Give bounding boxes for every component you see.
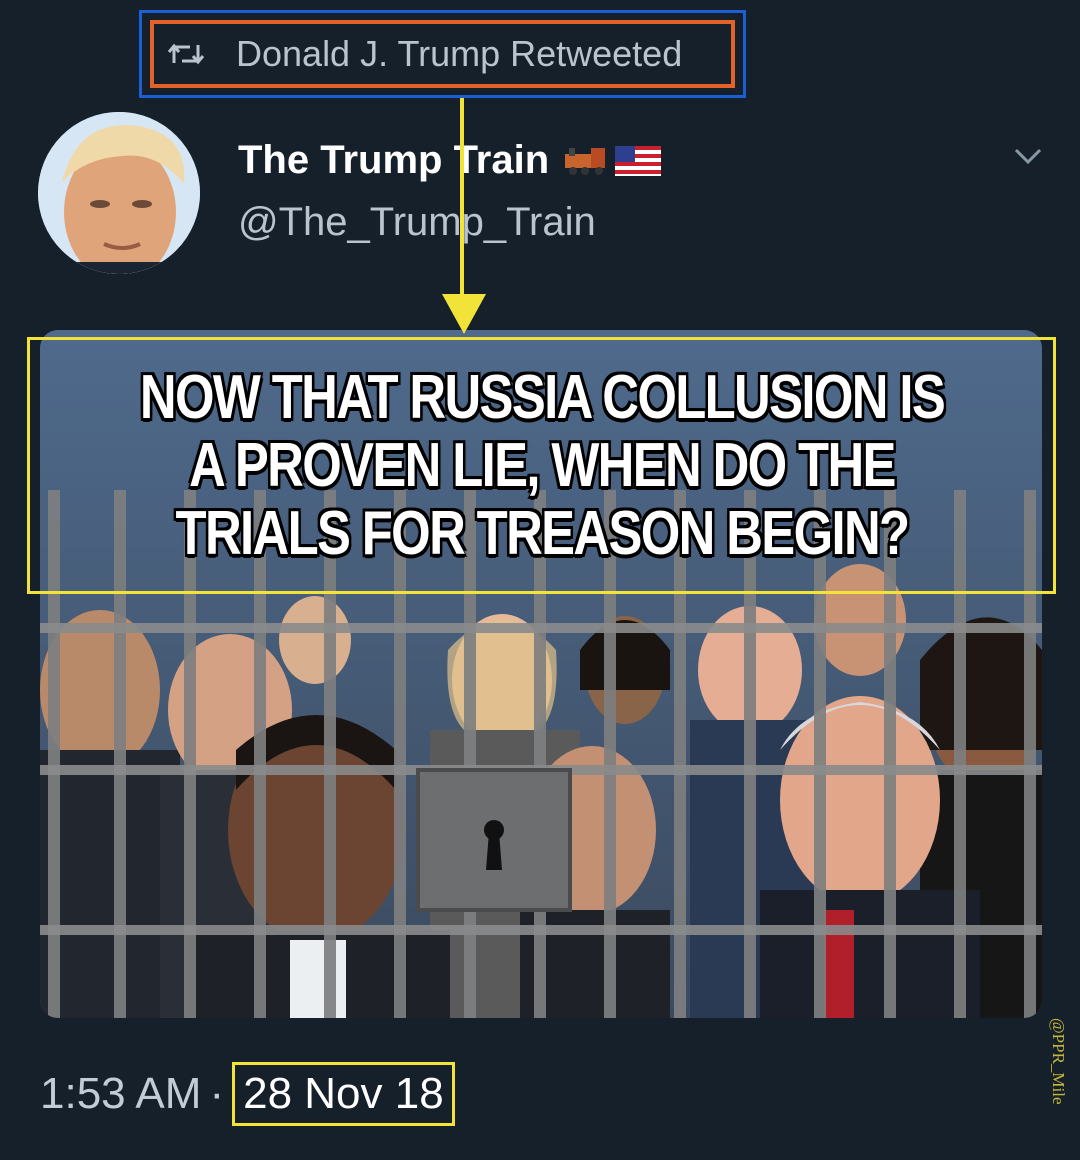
chevron-down-icon[interactable] bbox=[1010, 140, 1046, 170]
retweet-header[interactable]: Donald J. Trump Retweeted bbox=[150, 20, 735, 88]
locomotive-icon bbox=[565, 147, 606, 175]
avatar[interactable] bbox=[38, 112, 200, 274]
tweet-timestamp[interactable]: 1:53 AM · 28 Nov 18 bbox=[40, 1062, 455, 1126]
author-handle[interactable]: @The_Trump_Train bbox=[238, 200, 596, 245]
author-display-name: The Trump Train bbox=[238, 138, 550, 182]
watermark: @PPR_Mile bbox=[1049, 1018, 1068, 1105]
meme-headline: NOW THAT RUSSIA COLLUSION IS A PROVEN LI… bbox=[139, 362, 945, 568]
retweet-label: Donald J. Trump Retweeted bbox=[236, 33, 683, 74]
tweet-date: 28 Nov 18 bbox=[232, 1062, 455, 1126]
avatar-portrait bbox=[38, 112, 200, 274]
annotation-arrow bbox=[442, 98, 486, 334]
timestamp-separator: · bbox=[209, 1069, 225, 1118]
headline-highlight-box: NOW THAT RUSSIA COLLUSION IS A PROVEN LI… bbox=[27, 337, 1056, 594]
us-flag-icon bbox=[615, 145, 662, 176]
retweet-highlight-box: Donald J. Trump Retweeted bbox=[139, 10, 746, 98]
name-emojis bbox=[563, 145, 662, 176]
retweet-icon bbox=[167, 43, 205, 65]
tweet-time: 1:53 AM bbox=[40, 1069, 202, 1118]
